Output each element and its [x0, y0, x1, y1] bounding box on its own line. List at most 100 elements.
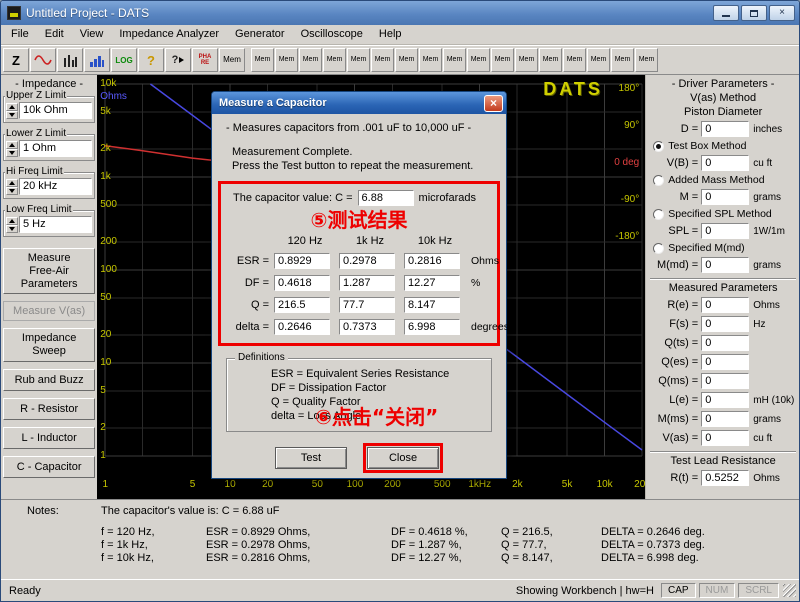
mem-slot-button[interactable]: Mem [491, 48, 514, 72]
context-help-icon: ? [172, 54, 185, 66]
v-as-row: V(as) =0cu ft [649, 429, 797, 447]
menu-generator[interactable]: Generator [227, 25, 293, 44]
v-b-input[interactable]: 0 [701, 155, 749, 171]
mem-slot-button[interactable]: Mem [611, 48, 634, 72]
y-axis-label: 5k [100, 106, 111, 118]
m-md-input[interactable]: 0 [701, 257, 749, 273]
mem-slot-button[interactable]: Mem [515, 48, 538, 72]
spin-up-button[interactable] [6, 179, 18, 187]
mem-slot-button[interactable]: Mem [443, 48, 466, 72]
specified-spl-method-radio[interactable]: Specified SPL Method [653, 207, 797, 221]
maximize-button[interactable] [741, 5, 767, 21]
upper-z-limit-input[interactable]: 10k Ohm [19, 102, 92, 119]
mem-slot-button[interactable]: Mem [371, 48, 394, 72]
mem-slot-button[interactable]: Mem [299, 48, 322, 72]
l-e-input[interactable]: 0 [701, 392, 749, 408]
spin-down-button[interactable] [6, 149, 18, 157]
graph-button[interactable] [84, 48, 110, 72]
r-resistor-button[interactable]: R - Resistor [3, 398, 95, 420]
help-button[interactable]: ? [138, 48, 164, 72]
waveform-button[interactable] [30, 48, 56, 72]
test-button[interactable]: Test [275, 447, 347, 469]
spin-down-button[interactable] [6, 111, 18, 119]
mem-icon: Mem [447, 56, 463, 64]
v-as-input[interactable]: 0 [701, 430, 749, 446]
y-axis-label: 2k [100, 143, 111, 155]
spin-down-button[interactable] [6, 225, 18, 233]
context-help-button[interactable]: ? [165, 48, 191, 72]
c-capacitor-button[interactable]: C - Capacitor [3, 456, 95, 478]
lower-z-limit-input[interactable]: 1 Ohm [19, 140, 92, 157]
param-unit: degrees [469, 321, 509, 333]
q-ts-input[interactable]: 0 [701, 335, 749, 351]
specified-m-md-radio[interactable]: Specified M(md) [653, 241, 797, 255]
mem-slot-button[interactable]: Mem [395, 48, 418, 72]
param-value-field: 216.5 [274, 297, 330, 313]
dialog-title-bar[interactable]: Measure a Capacitor × [212, 92, 506, 114]
mem-slot-button[interactable]: Mem [419, 48, 442, 72]
q-ms-input[interactable]: 0 [701, 373, 749, 389]
memory-button[interactable]: Mem [219, 48, 245, 72]
mem-slot-button[interactable]: Mem [587, 48, 610, 72]
r-t-input[interactable]: 0.5252 [701, 470, 749, 486]
x-axis-label: 5k [554, 479, 580, 491]
menu-view[interactable]: View [72, 25, 112, 44]
dialog-close-button[interactable]: × [484, 95, 503, 112]
mem-icon: Mem [495, 56, 511, 64]
m-ms-input[interactable]: 0 [701, 411, 749, 427]
hi-freq-limit-input[interactable]: 20 kHz [19, 178, 92, 195]
notes-cell: DELTA = 6.998 deg. [601, 552, 795, 565]
down-arrow-icon [9, 151, 15, 155]
spin-up-button[interactable] [6, 217, 18, 225]
mem-slot-button[interactable]: Mem [347, 48, 370, 72]
bars-button[interactable] [57, 48, 83, 72]
f-s-input[interactable]: 0 [701, 316, 749, 332]
down-arrow-icon [9, 189, 15, 193]
mem-slot-button[interactable]: Mem [467, 48, 490, 72]
spl-input[interactable]: 0 [701, 223, 749, 239]
z-icon: Z [12, 53, 20, 68]
up-arrow-icon [9, 219, 15, 223]
l-inductor-button[interactable]: L - Inductor [3, 427, 95, 449]
close-dialog-button[interactable]: Close [367, 447, 439, 469]
mem-slot-button[interactable]: Mem [323, 48, 346, 72]
spin-down-button[interactable] [6, 187, 18, 195]
close-button[interactable]: × [769, 5, 795, 21]
notes-row: f = 120 Hz,ESR = 0.8929 Ohms,DF = 0.4618… [101, 526, 795, 539]
test-box-method-radio[interactable]: Test Box Method [653, 139, 797, 153]
low-freq-limit-input[interactable]: 5 Hz [19, 216, 92, 233]
mem-slot-button[interactable]: Mem [275, 48, 298, 72]
log-scale-button[interactable]: LOG [111, 48, 137, 72]
mem-slot-button[interactable]: Mem [635, 48, 658, 72]
mem-slot-button[interactable]: Mem [563, 48, 586, 72]
menu-help[interactable]: Help [371, 25, 410, 44]
impedance-sweep-button[interactable]: Impedance Sweep [3, 328, 95, 362]
impedance-z-button[interactable]: Z [3, 48, 29, 72]
window-controls: × [713, 5, 795, 21]
m-input[interactable]: 0 [701, 189, 749, 205]
q-es-input[interactable]: 0 [701, 354, 749, 370]
menu-edit[interactable]: Edit [37, 25, 72, 44]
notes-cell: DELTA = 0.7373 deg. [601, 539, 795, 552]
menu-impedance-analyzer[interactable]: Impedance Analyzer [111, 25, 227, 44]
phase-button[interactable]: PHARE [192, 48, 218, 72]
mem-slot-button[interactable]: Mem [251, 48, 274, 72]
added-mass-method-radio[interactable]: Added Mass Method [653, 173, 797, 187]
q-ts-row: Q(ts) =0 [649, 334, 797, 352]
rub-and-buzz-button[interactable]: Rub and Buzz [3, 369, 95, 391]
mem-slot-button[interactable]: Mem [539, 48, 562, 72]
capacitor-value-unit: microfarads [419, 192, 476, 204]
spin-up-button[interactable] [6, 103, 18, 111]
radio-icon [653, 243, 664, 254]
hi-freq-limit-label: Hi Freq Limit [5, 166, 64, 177]
notes-cell: f = 10k Hz, [101, 552, 206, 565]
measure-free-air-parameters-button[interactable]: Measure Free-Air Parameters [3, 248, 95, 294]
menu-oscilloscope[interactable]: Oscilloscope [293, 25, 371, 44]
menu-file[interactable]: File [3, 25, 37, 44]
minimize-button[interactable] [713, 5, 739, 21]
up-arrow-icon [9, 143, 15, 147]
d-input[interactable]: 0 [701, 121, 749, 137]
spin-up-button[interactable] [6, 141, 18, 149]
resize-grip[interactable] [783, 584, 796, 597]
r-e-input[interactable]: 0 [701, 297, 749, 313]
